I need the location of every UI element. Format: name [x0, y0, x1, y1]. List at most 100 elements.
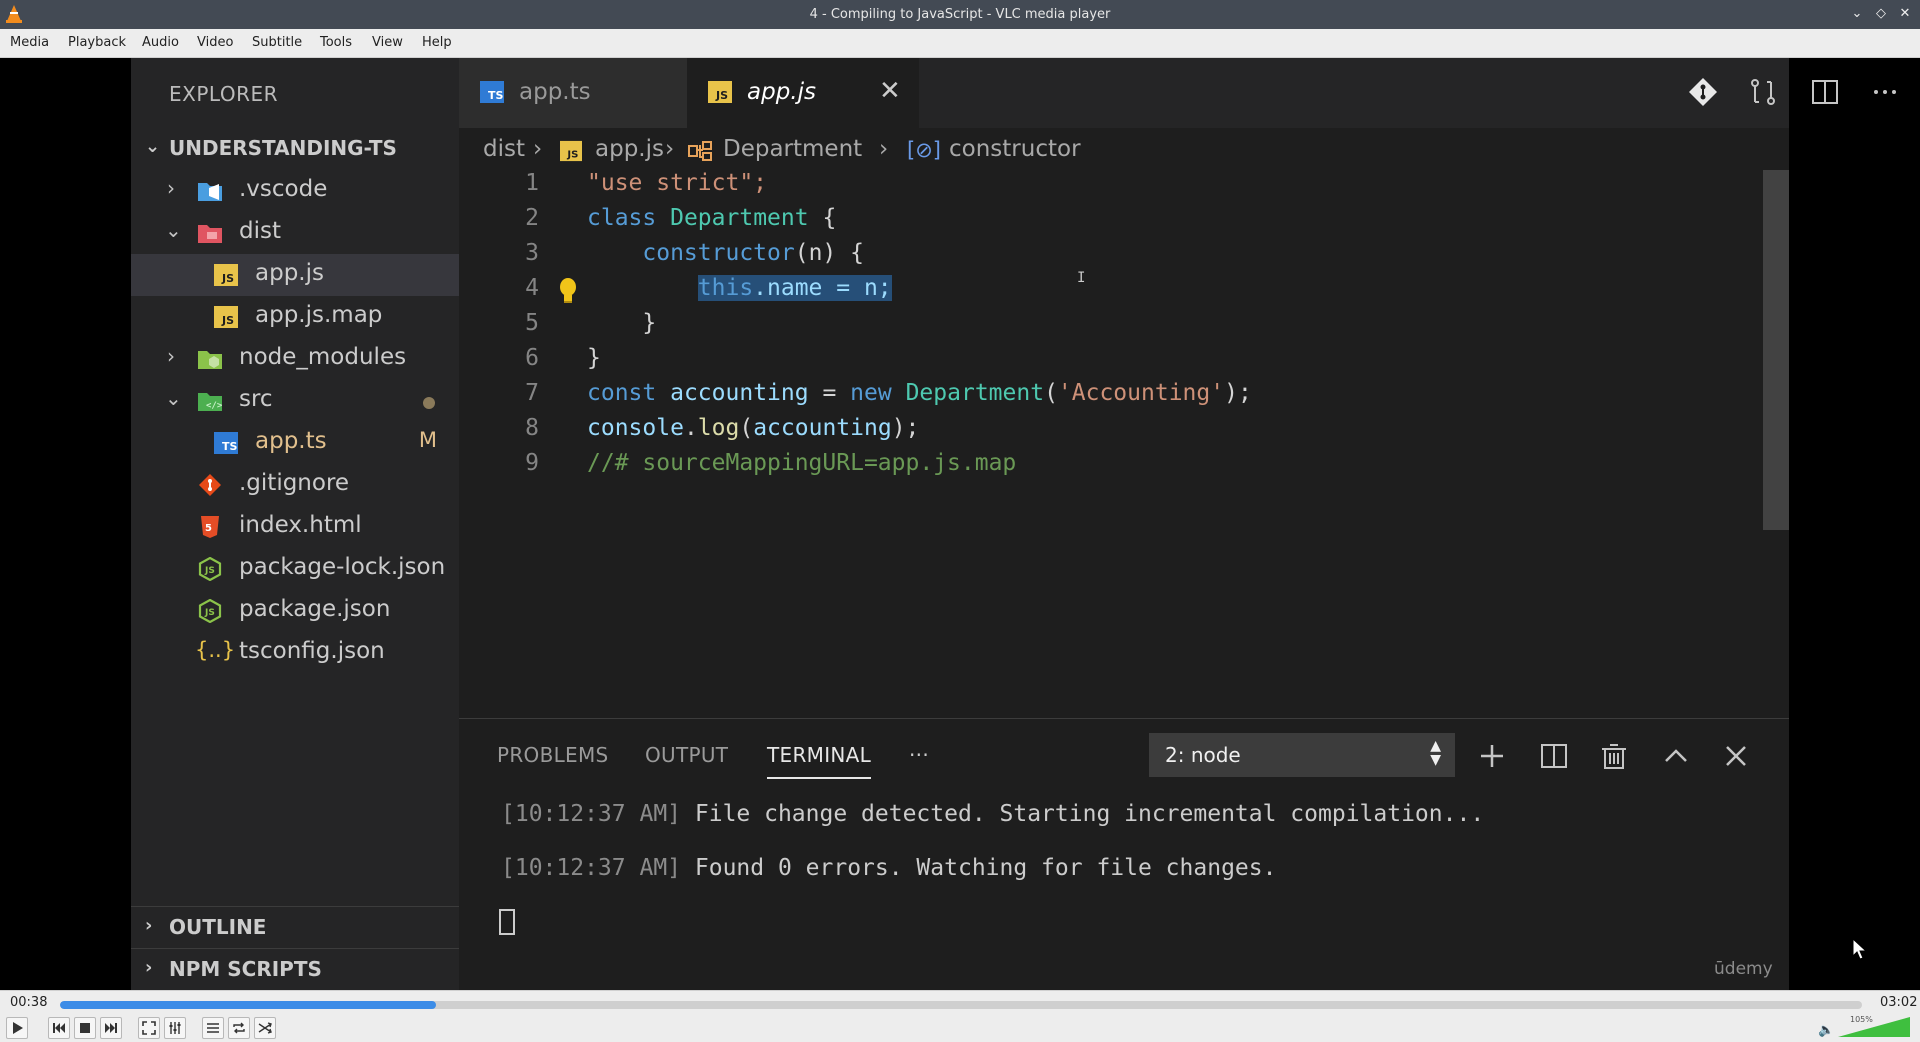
breadcrumb-constructor[interactable]: constructor	[949, 136, 1081, 162]
new-terminal-icon[interactable]	[1477, 741, 1507, 771]
editor-scrollbar[interactable]	[1761, 170, 1789, 640]
terminal-timestamp: [10:12:37 AM]	[501, 855, 682, 881]
tab-output[interactable]: OUTPUT	[645, 743, 728, 767]
code-keyword: this	[697, 275, 754, 301]
total-time: 03:02	[1880, 995, 1918, 1010]
vscode-folder-icon	[198, 183, 222, 201]
tree-item-label: .gitignore	[239, 470, 350, 496]
panel-more-button[interactable]: ···	[909, 743, 929, 767]
elapsed-time: 00:38	[10, 995, 48, 1010]
previous-button[interactable]	[48, 1017, 70, 1039]
breadcrumb-dist[interactable]: dist	[483, 136, 525, 162]
open-changes-icon[interactable]	[1747, 76, 1779, 108]
tree-item-label: tsconfig.json	[239, 638, 385, 664]
tree-item-gitignore[interactable]: .gitignore	[131, 464, 459, 506]
code-text: }	[587, 345, 601, 371]
tree-item-src[interactable]: ⌄ </> src	[131, 380, 459, 422]
code-class: Department	[670, 205, 809, 231]
stop-icon	[80, 1023, 90, 1033]
menu-audio[interactable]: Audio	[142, 35, 179, 50]
explorer-sidebar: EXPLORER ⌄ UNDERSTANDING-TS › .vscode ⌄	[131, 58, 459, 990]
split-terminal-icon[interactable]	[1539, 741, 1569, 771]
lightbulb-icon[interactable]	[557, 277, 579, 305]
volume-control[interactable]: 🔈 105%	[1818, 1015, 1910, 1039]
seek-bar[interactable]	[60, 1001, 1862, 1009]
more-actions-icon[interactable]	[1869, 76, 1901, 108]
code-editor[interactable]: 1 "use strict"; 2 class Department { 3 c…	[459, 170, 1759, 590]
previous-icon	[53, 1023, 65, 1033]
tree-item-node-modules[interactable]: › node_modules	[131, 338, 459, 380]
node-json-icon: JS	[198, 557, 222, 581]
terminal-cursor	[499, 909, 515, 935]
tab-app-ts[interactable]: TS app.ts	[459, 58, 687, 128]
tree-item-package-json[interactable]: JS package.json	[131, 590, 459, 632]
extended-settings-button[interactable]	[164, 1017, 186, 1039]
code-text: }	[587, 310, 656, 336]
loop-button[interactable]	[228, 1017, 250, 1039]
play-button[interactable]	[6, 1017, 28, 1039]
volume-slider[interactable]	[1838, 1015, 1910, 1039]
trash-icon[interactable]	[1599, 741, 1629, 771]
code-line: 1 "use strict";	[459, 170, 1759, 204]
close-window-icon[interactable]: ✕	[1896, 5, 1914, 23]
tab-app-js[interactable]: JS app.js ✕	[687, 58, 919, 128]
code-variable: accounting	[670, 380, 809, 406]
fullscreen-button[interactable]	[138, 1017, 160, 1039]
line-number: 7	[525, 380, 539, 406]
menu-help[interactable]: Help	[422, 35, 452, 50]
close-tab-icon[interactable]: ✕	[879, 76, 901, 106]
code-text: "use strict";	[587, 170, 767, 196]
chevron-down-icon: ⌄	[165, 386, 182, 410]
tab-problems[interactable]: PROBLEMS	[497, 743, 609, 767]
tree-item-app-js[interactable]: JS app.js	[131, 254, 459, 296]
node-json-icon: JS	[198, 599, 222, 623]
git-compare-icon[interactable]	[1687, 76, 1719, 108]
js-map-file-icon: JS	[214, 306, 238, 328]
js-file-icon: JS	[560, 140, 582, 162]
mouse-pointer-icon	[1852, 938, 1868, 960]
menu-subtitle[interactable]: Subtitle	[252, 35, 302, 50]
tab-terminal[interactable]: TERMINAL	[767, 743, 872, 779]
scrollbar-thumb[interactable]	[1763, 170, 1789, 530]
window-title: 4 - Compiling to JavaScript - VLC media …	[809, 7, 1111, 22]
menu-tools[interactable]: Tools	[320, 35, 352, 50]
menu-view[interactable]: View	[372, 35, 403, 50]
playlist-button[interactable]	[202, 1017, 224, 1039]
shuffle-button[interactable]	[254, 1017, 276, 1039]
udemy-watermark: ūdemy	[1714, 959, 1773, 979]
outline-section[interactable]: › OUTLINE	[131, 906, 459, 946]
js-file-icon: JS	[708, 81, 732, 103]
breadcrumb-class[interactable]: Department	[723, 136, 862, 162]
menu-video[interactable]: Video	[197, 35, 233, 50]
next-button[interactable]	[100, 1017, 122, 1039]
tree-item-tsconfig[interactable]: {..} tsconfig.json	[131, 632, 459, 674]
svg-text:TS: TS	[222, 440, 238, 453]
tree-item-dist: ⌄ dist	[131, 212, 459, 254]
code-object: console	[587, 415, 684, 441]
video-area[interactable]: EXPLORER ⌄ UNDERSTANDING-TS › .vscode ⌄	[0, 58, 1920, 990]
tree-item-label: package.json	[239, 596, 391, 622]
terminal-line: [10:12:37 AM] Found 0 errors. Watching f…	[501, 855, 1276, 881]
npm-scripts-section[interactable]: › NPM SCRIPTS	[131, 948, 459, 988]
maximize-icon[interactable]: ◇	[1872, 5, 1890, 23]
modified-dot-icon	[423, 397, 435, 409]
breadcrumb-file[interactable]: app.js	[595, 136, 664, 162]
menu-media[interactable]: Media	[10, 35, 49, 50]
split-editor-icon[interactable]	[1809, 76, 1841, 108]
tree-item-app-js-map[interactable]: JS app.js.map	[131, 296, 459, 338]
minimize-icon[interactable]: ⌄	[1848, 5, 1866, 23]
tree-item-package-lock[interactable]: JS package-lock.json	[131, 548, 459, 590]
menu-playback[interactable]: Playback	[68, 35, 126, 50]
svg-text:5: 5	[205, 523, 212, 534]
tree-item-label: index.html	[239, 512, 362, 538]
line-number: 8	[525, 415, 539, 441]
stop-button[interactable]	[74, 1017, 96, 1039]
maximize-panel-icon[interactable]	[1661, 741, 1691, 771]
select-arrows-icon: ▲ ▼	[1430, 738, 1441, 768]
code-line: 7 const accounting = new Department('Acc…	[459, 380, 1759, 414]
terminal-select[interactable]: 2: node ▲ ▼	[1149, 733, 1455, 777]
tree-item-index-html[interactable]: 5 index.html	[131, 506, 459, 548]
tree-item-app-ts[interactable]: TS app.ts M	[131, 422, 459, 464]
close-panel-icon[interactable]	[1721, 741, 1751, 771]
code-text: //# sourceMappingURL=app.js.map	[587, 450, 1016, 476]
